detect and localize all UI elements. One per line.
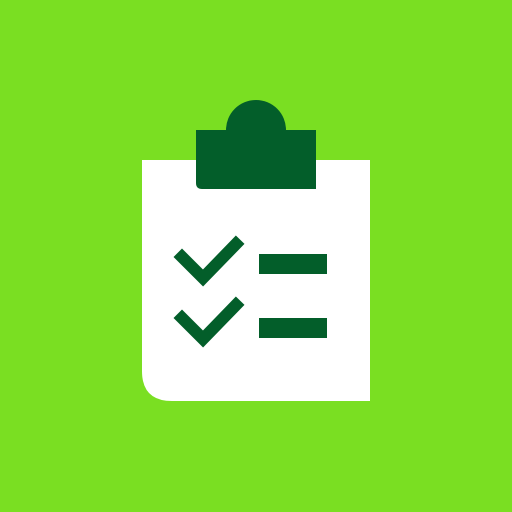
clipboard-paper xyxy=(142,160,370,401)
checklist-line xyxy=(259,254,327,274)
clipboard-checklist-icon xyxy=(142,100,370,401)
app-icon-tile xyxy=(0,0,512,512)
checklist-line xyxy=(259,318,327,338)
clipboard-clip xyxy=(196,100,316,189)
